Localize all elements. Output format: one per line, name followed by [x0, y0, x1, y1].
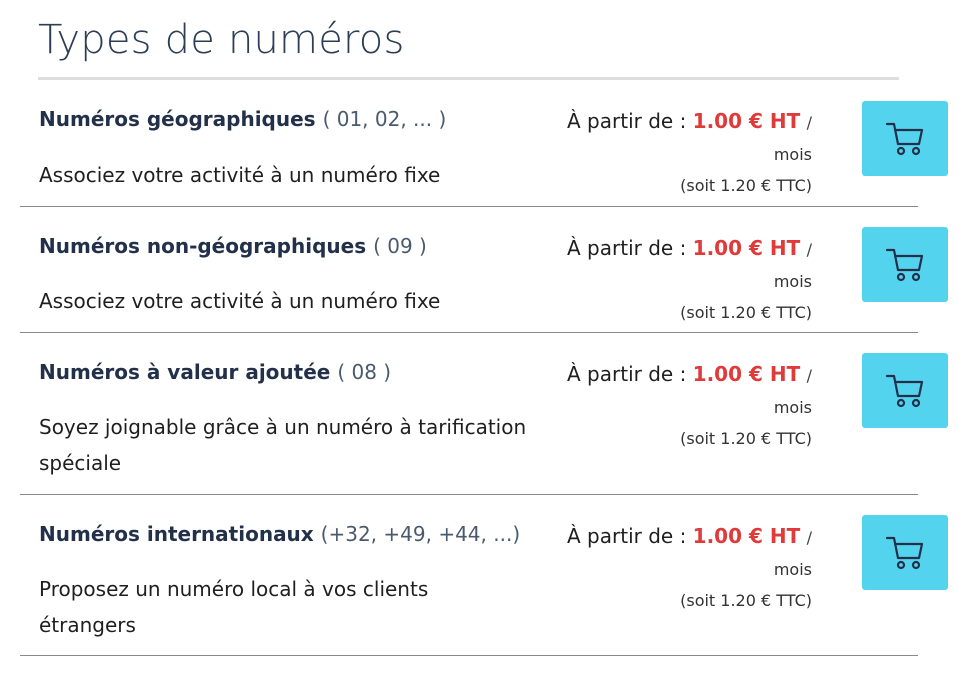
price-block: À partir de : 1.00 € HT / mois (soit 1.2…	[567, 108, 812, 197]
price-period: mois	[773, 398, 812, 417]
row-title: Numéros géographiques ( 01, 02, ... )	[39, 106, 446, 132]
row-title-text: Numéros géographiques	[39, 107, 316, 131]
price-prefix: À partir de :	[567, 236, 687, 260]
row-title: Numéros à valeur ajoutée ( 08 )	[39, 359, 391, 385]
price-ttc: (soit 1.20 € TTC)	[680, 176, 812, 195]
price-period: mois	[773, 145, 812, 164]
price-slash: /	[806, 366, 812, 385]
row-codes: ( 09 )	[373, 234, 427, 258]
price-block: À partir de : 1.00 € HT / mois (soit 1.2…	[567, 235, 812, 324]
price-amount: 1.00 € HT	[692, 524, 801, 548]
price-slash: /	[806, 240, 812, 259]
number-type-row-international: Numéros internationaux (+32, +49, +44, .…	[20, 495, 948, 656]
row-title-text: Numéros à valeur ajoutée	[39, 360, 331, 384]
add-to-cart-button[interactable]	[862, 515, 948, 590]
row-description: Associez votre activité à un numéro fixe	[39, 163, 441, 187]
shopping-cart-icon	[885, 122, 924, 155]
price-block: À partir de : 1.00 € HT / mois (soit 1.2…	[567, 523, 812, 612]
price-prefix: À partir de :	[567, 362, 687, 386]
add-to-cart-button[interactable]	[862, 101, 948, 176]
row-title: Numéros non-géographiques ( 09 )	[39, 233, 427, 259]
row-description: Associez votre activité à un numéro fixe	[39, 289, 441, 313]
row-codes: ( 08 )	[337, 360, 392, 384]
price-period: mois	[773, 560, 812, 579]
price-ttc: (soit 1.20 € TTC)	[680, 303, 812, 322]
shopping-cart-icon	[885, 374, 924, 407]
price-slash: /	[806, 113, 812, 132]
price-amount: 1.00 € HT	[692, 109, 801, 133]
price-block: À partir de : 1.00 € HT / mois (soit 1.2…	[567, 361, 812, 450]
price-slash: /	[806, 528, 812, 547]
price-period: mois	[773, 272, 812, 291]
price-prefix: À partir de :	[567, 524, 687, 548]
add-to-cart-button[interactable]	[862, 353, 948, 428]
price-ttc: (soit 1.20 € TTC)	[680, 591, 812, 610]
price-amount: 1.00 € HT	[692, 362, 801, 386]
row-description: Soyez joignable grâce à un numéro à tari…	[39, 415, 527, 475]
row-codes: (+32, +49, +44, ...)	[320, 522, 521, 546]
number-type-row-non-geographic: Numéros non-géographiques ( 09 ) Associe…	[20, 207, 948, 333]
shopping-cart-icon	[885, 536, 924, 569]
row-codes: ( 01, 02, ... )	[322, 107, 447, 131]
price-ttc: (soit 1.20 € TTC)	[680, 429, 812, 448]
page-title: Types de numéros	[38, 17, 405, 63]
row-description: Proposez un numéro local à vos clients é…	[39, 577, 429, 637]
row-title-text: Numéros internationaux	[39, 522, 314, 546]
number-type-row-value-added: Numéros à valeur ajoutée ( 08 ) Soyez jo…	[20, 333, 948, 495]
add-to-cart-button[interactable]	[862, 227, 948, 302]
shopping-cart-icon	[885, 248, 924, 281]
row-title: Numéros internationaux (+32, +49, +44, .…	[39, 521, 520, 547]
number-type-row-geographic: Numéros géographiques ( 01, 02, ... ) As…	[20, 80, 948, 207]
row-title-text: Numéros non-géographiques	[39, 234, 367, 258]
price-prefix: À partir de :	[567, 109, 687, 133]
price-amount: 1.00 € HT	[692, 236, 801, 260]
